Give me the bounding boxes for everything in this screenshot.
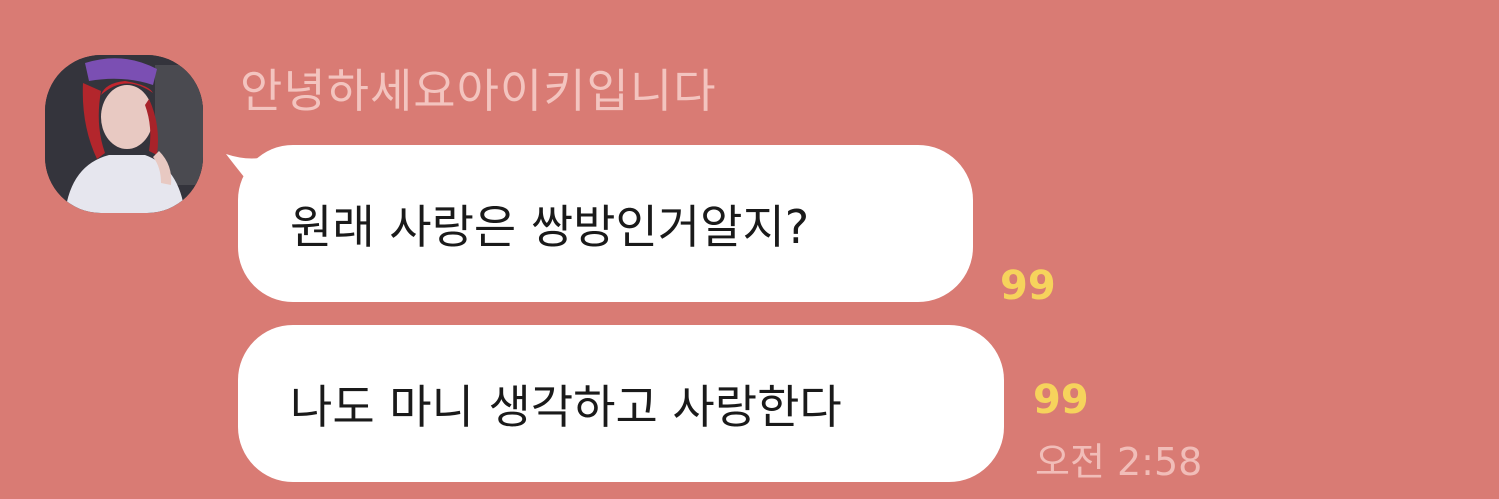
message-bubble[interactable]: 원래 사랑은 쌍방인거알지? (238, 145, 973, 302)
message-text: 원래 사랑은 쌍방인거알지? (290, 199, 810, 254)
message-text: 나도 마니 생각하고 사랑한다 (290, 379, 842, 434)
message-bubble[interactable]: 나도 마니 생각하고 사랑한다 (238, 325, 1004, 482)
profile-photo-icon (45, 55, 203, 213)
sender-avatar[interactable] (45, 55, 203, 213)
sender-name: 안녕하세요아이키입니다 (240, 64, 717, 118)
message-timestamp: 오전 2:58 (1035, 440, 1203, 484)
unread-count: 99 (1033, 377, 1089, 423)
unread-count: 99 (1000, 263, 1056, 309)
